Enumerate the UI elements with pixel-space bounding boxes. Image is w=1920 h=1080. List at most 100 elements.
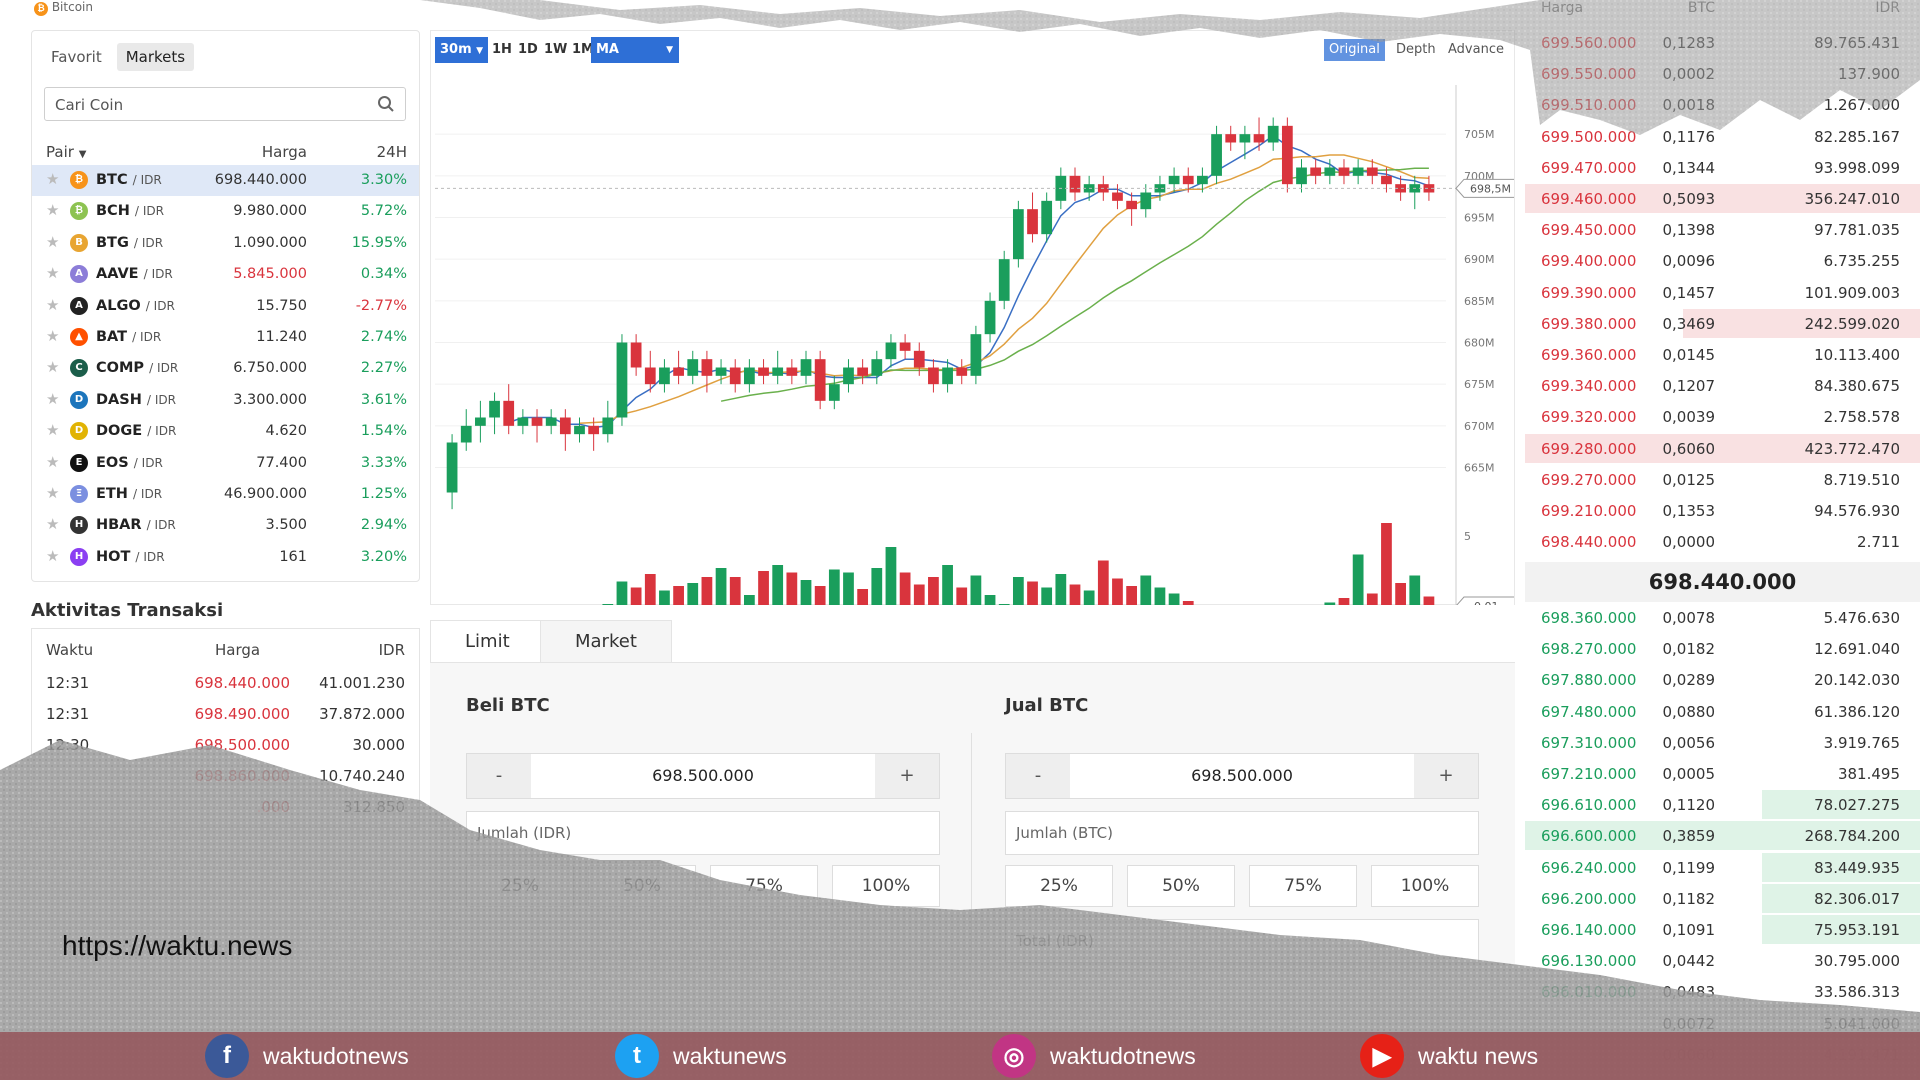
ask-row[interactable]: 699.460.000 0,5093 356.247.010 — [1525, 183, 1920, 214]
coin-row-algo[interactable]: ★ A ALGO / IDR 15.750 -2.77% — [32, 291, 419, 322]
ask-row[interactable]: 699.210.000 0,1353 94.576.930 — [1525, 495, 1920, 526]
sell-pct-100-button[interactable]: 100% — [1371, 865, 1479, 907]
ask-row[interactable]: 699.550.000 0,0002 137.900 — [1525, 58, 1920, 89]
pair-column-header[interactable]: Pair ▼ — [46, 143, 86, 161]
bid-row[interactable]: 696.610.000 0,1120 78.027.275 — [1525, 789, 1920, 820]
ask-row[interactable]: 699.380.000 0,3469 242.599.020 — [1525, 308, 1920, 339]
indicator-ma-dropdown[interactable]: MA ▼ — [591, 37, 679, 63]
sell-pct-75-button[interactable]: 75% — [1249, 865, 1357, 907]
search-placeholder: Cari Coin — [55, 96, 124, 114]
social-twitter[interactable]: t waktunews — [615, 1034, 787, 1078]
star-icon[interactable]: ★ — [46, 421, 59, 439]
volume-bar — [1126, 586, 1138, 605]
bid-btc-amount: 0,1120 — [1662, 796, 1716, 815]
bid-row[interactable]: 696.140.000 0,1091 75.953.191 — [1525, 914, 1920, 945]
star-icon[interactable]: ★ — [46, 201, 59, 219]
sell-pct-50-button[interactable]: 50% — [1127, 865, 1235, 907]
star-icon[interactable]: ★ — [46, 264, 59, 282]
ask-row[interactable]: 699.280.000 0,6060 423.772.470 — [1525, 433, 1920, 464]
ask-row[interactable]: 699.400.000 0,0096 6.735.255 — [1525, 245, 1920, 276]
tab-market[interactable]: Market — [540, 620, 672, 662]
buy-price-decrement-button[interactable]: - — [467, 754, 531, 798]
buy-amount-input[interactable]: Jumlah (IDR) — [466, 811, 940, 855]
coin-row-doge[interactable]: ★ D DOGE / IDR 4.620 1.54% — [32, 416, 419, 447]
coin-row-bch[interactable]: ★ ₿ BCH / IDR 9.980.000 5.72% — [32, 196, 419, 227]
ask-row[interactable]: 699.470.000 0,1344 93.998.099 — [1525, 152, 1920, 183]
buy-pct-50-button[interactable]: 50% — [588, 865, 696, 907]
change-column-header: 24H — [376, 143, 407, 161]
ask-row[interactable]: 699.270.000 0,0125 8.719.510 — [1525, 464, 1920, 495]
buy-price-increment-button[interactable]: + — [875, 754, 939, 798]
star-icon[interactable]: ★ — [46, 358, 59, 376]
coin-row-bat[interactable]: ★ ▲ BAT / IDR 11.240 2.74% — [32, 322, 419, 353]
social-instagram[interactable]: ◎ waktudotnews — [992, 1034, 1196, 1078]
tab-markets[interactable]: Markets — [116, 43, 195, 71]
star-icon[interactable]: ★ — [46, 484, 59, 502]
bid-row[interactable]: 698.270.000 0,0182 12.691.040 — [1525, 633, 1920, 664]
star-icon[interactable]: ★ — [46, 453, 59, 471]
coin-row-aave[interactable]: ★ A AAVE / IDR 5.845.000 0.34% — [32, 259, 419, 290]
ask-btc-amount: 0,0000 — [1662, 533, 1716, 552]
sell-price-value[interactable]: 698.500.000 — [1070, 754, 1414, 798]
bid-row[interactable]: 697.880.000 0,0289 20.142.030 — [1525, 664, 1920, 695]
coin-row-btg[interactable]: ★ B BTG / IDR 1.090.000 15.95% — [32, 228, 419, 259]
bid-row[interactable]: 696.240.000 0,1199 83.449.935 — [1525, 852, 1920, 883]
star-icon[interactable]: ★ — [46, 547, 59, 565]
star-icon[interactable]: ★ — [46, 515, 59, 533]
sell-total-input[interactable]: Total (IDR) — [1005, 919, 1479, 963]
bid-row[interactable]: 697.480.000 0,0880 61.386.120 — [1525, 696, 1920, 727]
star-icon[interactable]: ★ — [46, 327, 59, 345]
ask-row[interactable]: 699.360.000 0,0145 10.113.400 — [1525, 339, 1920, 370]
sell-amount-input[interactable]: Jumlah (BTC) — [1005, 811, 1479, 855]
coin-row-comp[interactable]: ★ C COMP / IDR 6.750.000 2.27% — [32, 353, 419, 384]
ask-row[interactable]: 699.340.000 0,1207 84.380.675 — [1525, 370, 1920, 401]
coin-row-hot[interactable]: ★ H HOT / IDR 161 3.20% — [32, 542, 419, 573]
star-icon[interactable]: ★ — [46, 390, 59, 408]
ask-row[interactable]: 699.320.000 0,0039 2.758.578 — [1525, 401, 1920, 432]
bid-row[interactable]: 696.600.000 0,3859 268.784.200 — [1525, 820, 1920, 851]
sell-price-decrement-button[interactable]: - — [1006, 754, 1070, 798]
tab-limit[interactable]: Limit — [430, 620, 545, 662]
bid-row[interactable]: 697.310.000 0,0056 3.919.765 — [1525, 727, 1920, 758]
interval-30m-dropdown[interactable]: 30m ▼ — [435, 37, 489, 63]
bid-row[interactable]: 696.130.000 0,0442 30.795.000 — [1525, 945, 1920, 976]
view-original[interactable]: Original — [1324, 39, 1385, 61]
coin-row-eos[interactable]: ★ E EOS / IDR 77.400 3.33% — [32, 448, 419, 479]
tab-favorit[interactable]: Favorit — [42, 43, 111, 71]
coin-row-dash[interactable]: ★ D DASH / IDR 3.300.000 3.61% — [32, 385, 419, 416]
bid-row[interactable]: 696.200.000 0,1182 82.306.017 — [1525, 883, 1920, 914]
buy-price-value[interactable]: 698.500.000 — [531, 754, 875, 798]
coin-row-hbar[interactable]: ★ H HBAR / IDR 3.500 2.94% — [32, 510, 419, 541]
ask-row[interactable]: 699.450.000 0,1398 97.781.035 — [1525, 214, 1920, 245]
coin-row-eth[interactable]: ★ Ξ ETH / IDR 46.900.000 1.25% — [32, 479, 419, 510]
sell-pct-25-button[interactable]: 25% — [1005, 865, 1113, 907]
view-depth[interactable]: Depth — [1391, 39, 1441, 61]
price-chart[interactable]: 705M700M695M690M685M680M675M670M665M5698… — [431, 65, 1514, 605]
search-coin-input[interactable]: Cari Coin — [44, 87, 406, 121]
ask-row[interactable]: 699.500.000 0,1176 82.285.167 — [1525, 121, 1920, 152]
star-icon[interactable]: ★ — [46, 233, 59, 251]
ask-row[interactable]: 698.440.000 0,0000 2.711 — [1525, 526, 1920, 557]
buy-pct-25-button[interactable]: 25% — [466, 865, 574, 907]
bid-row[interactable]: 698.360.000 0,0078 5.476.630 — [1525, 602, 1920, 633]
bid-row[interactable]: 696.010.000 0,0483 33.586.313 — [1525, 976, 1920, 1007]
ask-idr-total: 101.909.003 — [1804, 283, 1900, 302]
activity-panel: Waktu Harga IDR 12:31 698.440.000 41.001.2… — [31, 628, 420, 828]
candle-body — [1381, 175, 1392, 185]
star-icon[interactable]: ★ — [46, 296, 59, 314]
watermark-url: https://waktu.news — [62, 930, 293, 961]
ask-row[interactable]: 699.560.000 0,1283 89.765.431 — [1525, 27, 1920, 58]
buy-pct-75-button[interactable]: 75% — [710, 865, 818, 907]
ask-row[interactable]: 699.390.000 0,1457 101.909.003 — [1525, 277, 1920, 308]
social-facebook[interactable]: f waktudotnews — [205, 1034, 409, 1078]
sell-price-increment-button[interactable]: + — [1414, 754, 1478, 798]
social-youtube[interactable]: ▶ waktu news — [1360, 1034, 1539, 1078]
buy-pct-100-button[interactable]: 100% — [832, 865, 940, 907]
search-icon[interactable] — [377, 95, 395, 113]
view-advance[interactable]: Advance — [1443, 39, 1509, 61]
bid-row[interactable]: 697.210.000 0,0005 381.495 — [1525, 758, 1920, 789]
coin-row-btc[interactable]: ★ ₿ BTC / IDR 698.440.000 3.30% — [32, 165, 419, 196]
ask-row[interactable]: 699.510.000 0,0018 1.267.000 — [1525, 89, 1920, 120]
star-icon[interactable]: ★ — [46, 170, 59, 188]
social-label: waktu news — [1418, 1042, 1539, 1069]
